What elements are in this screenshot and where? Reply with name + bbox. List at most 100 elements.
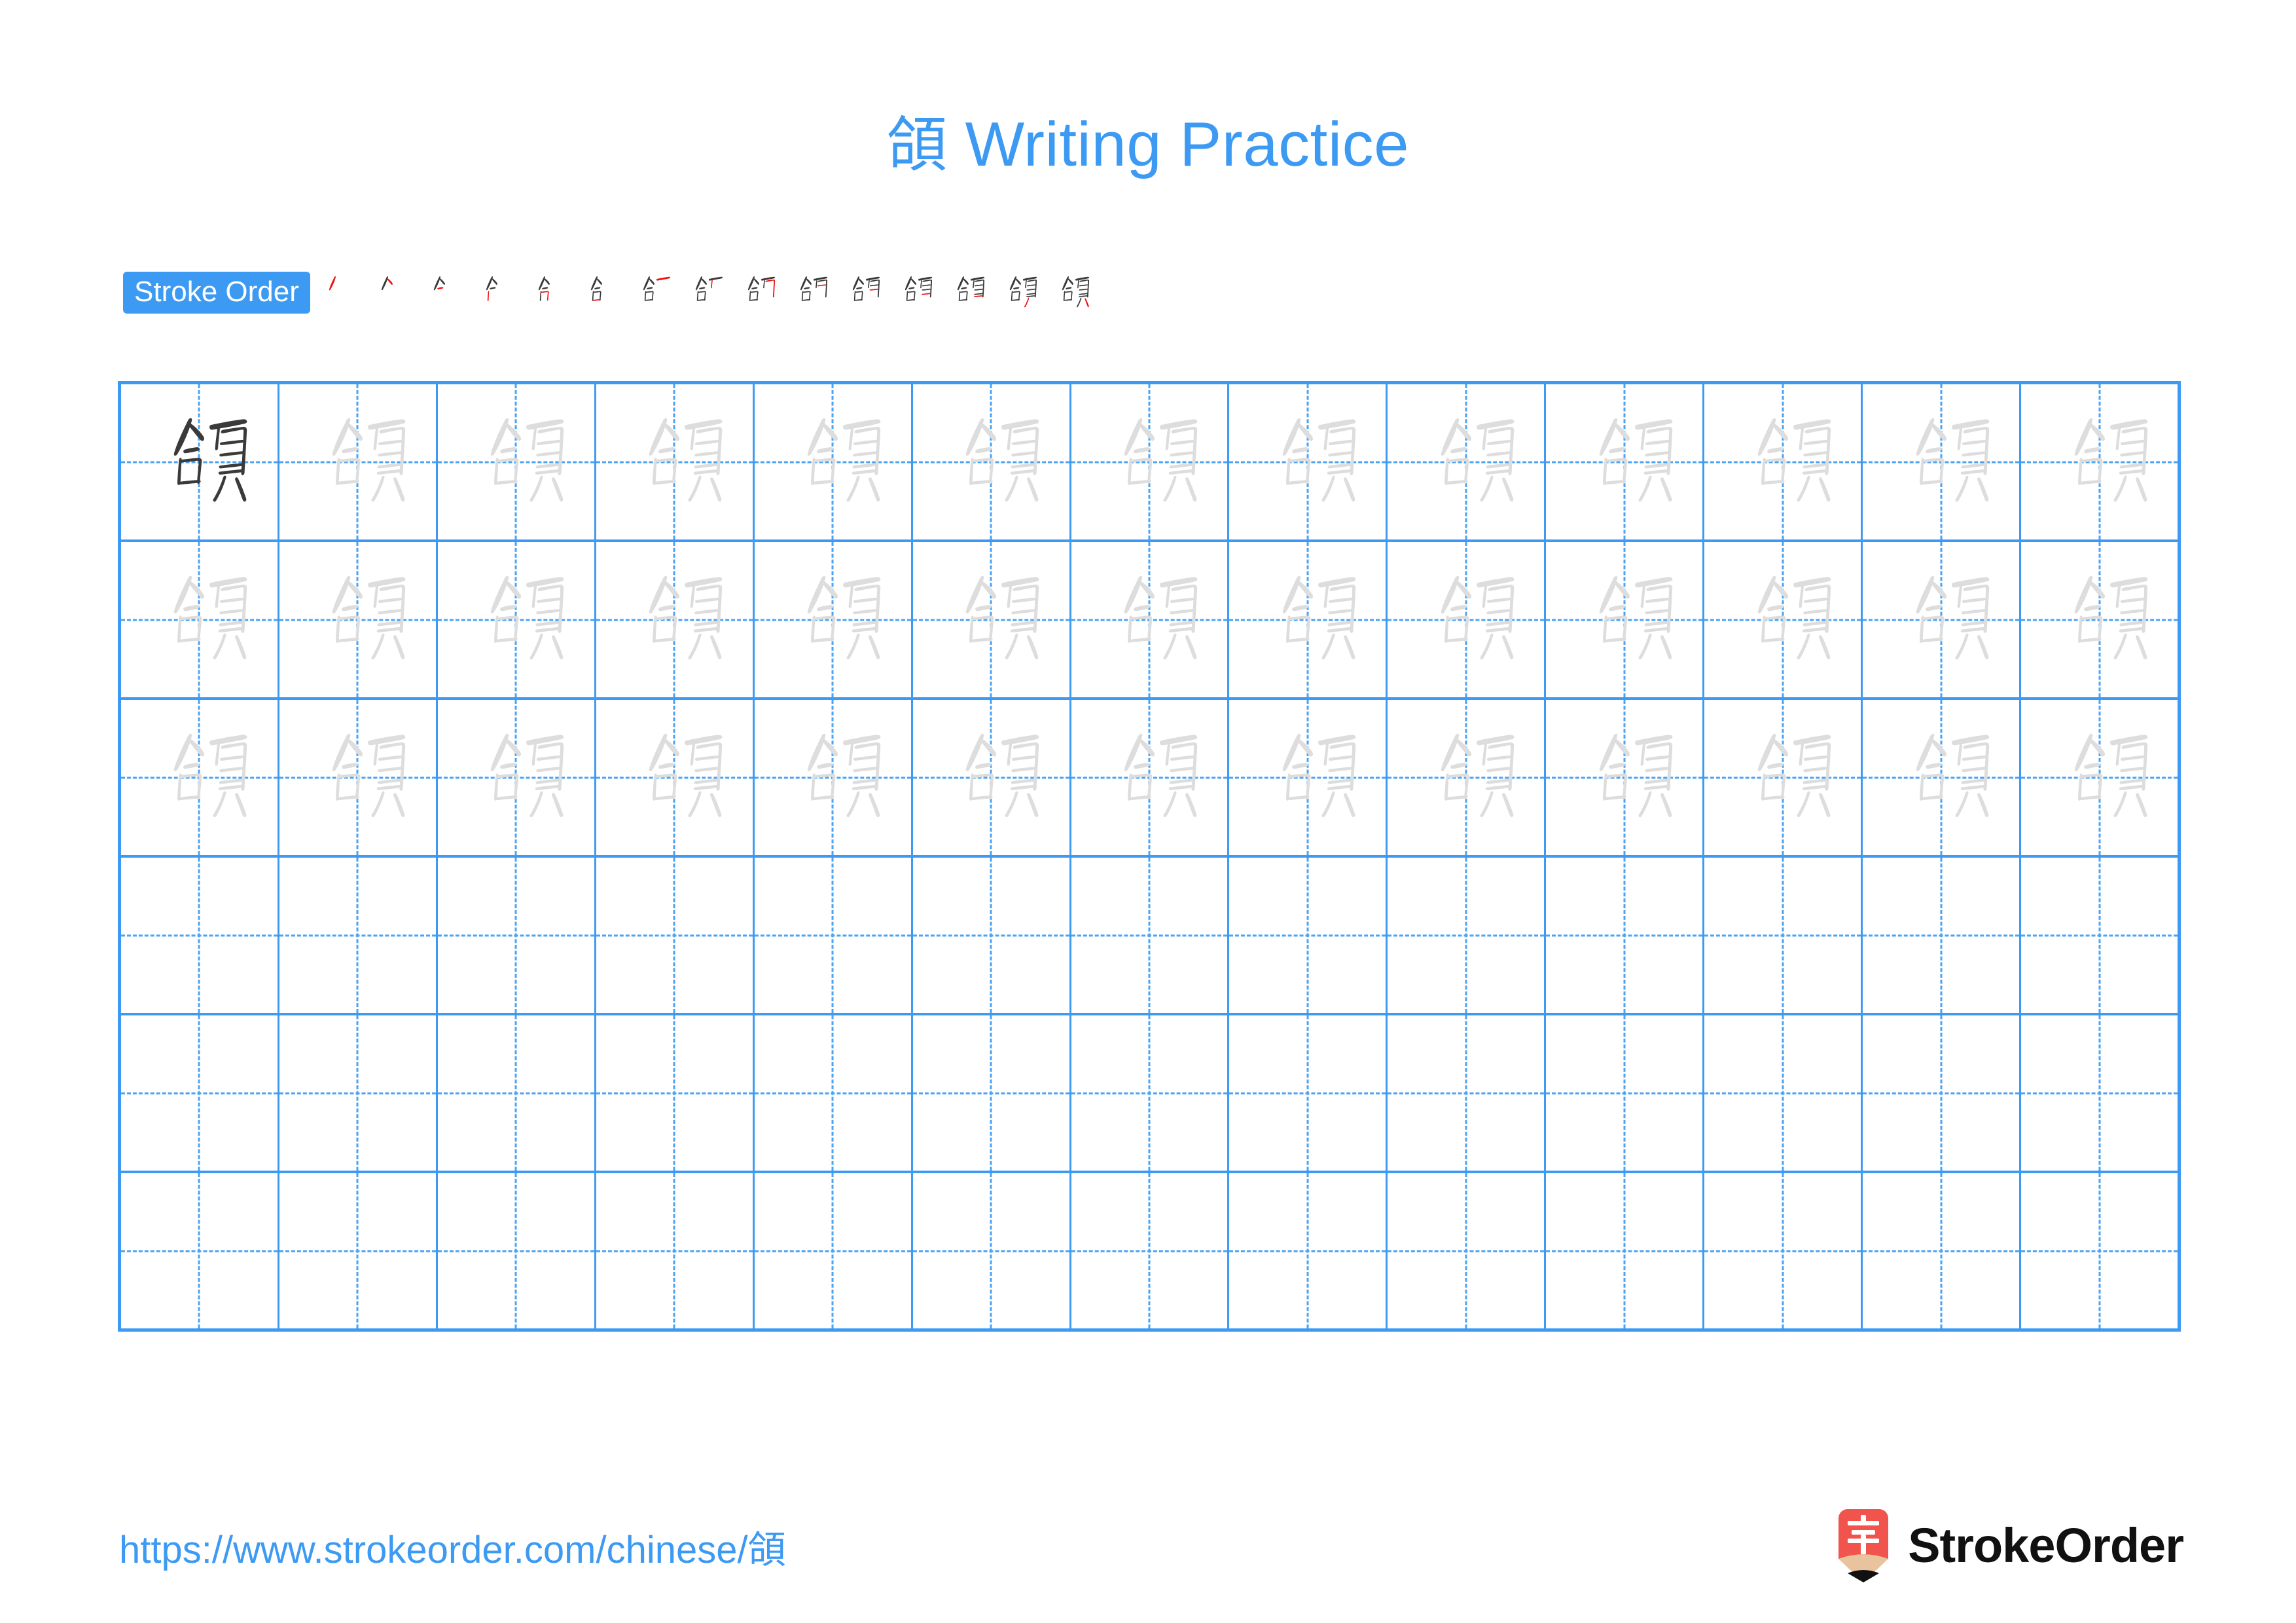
trace-character-glyph [2021,542,2178,697]
stroke-order-step-9 [733,250,781,335]
practice-cell-trace[interactable] [279,542,438,697]
practice-cell-blank[interactable] [279,858,438,1013]
practice-cell-blank[interactable] [121,1015,279,1171]
practice-cell-blank[interactable] [1546,1173,1705,1328]
practice-cell-trace[interactable] [913,384,1071,539]
practice-cell-trace[interactable] [438,700,596,855]
practice-grid[interactable] [118,381,2181,1332]
practice-cell-trace[interactable] [1229,384,1388,539]
stroke-order-step-14 [995,250,1043,335]
practice-cell-trace[interactable] [2021,700,2178,855]
practice-cell-trace[interactable] [1863,384,2022,539]
practice-cell-trace[interactable] [1388,542,1547,697]
practice-cell-trace[interactable] [1071,700,1230,855]
practice-cell-blank[interactable] [1229,858,1388,1013]
practice-cell-blank[interactable] [1546,1015,1705,1171]
practice-cell-blank[interactable] [2021,858,2178,1013]
practice-cell-blank[interactable] [755,1015,913,1171]
trace-character-glyph [596,384,753,539]
source-url-link[interactable]: https://www.strokeorder.com/chinese/頜 [119,1519,786,1574]
practice-cell-blank[interactable] [1229,1173,1388,1328]
brand-footer: StrokeOrder [1833,1509,2184,1582]
practice-cell-trace[interactable] [1388,700,1547,855]
practice-cell-trace[interactable] [755,384,913,539]
practice-cell-blank[interactable] [438,1173,596,1328]
practice-cell-trace[interactable] [2021,384,2178,539]
practice-cell-model[interactable] [121,384,279,539]
trace-character-glyph [1546,700,1702,855]
practice-cell-blank[interactable] [1388,1173,1547,1328]
trace-character-glyph [1388,700,1544,855]
practice-cell-trace[interactable] [121,542,279,697]
practice-cell-blank[interactable] [438,858,596,1013]
practice-cell-trace[interactable] [1704,700,1863,855]
practice-cell-blank[interactable] [1704,858,1863,1013]
practice-cell-blank[interactable] [2021,1173,2178,1328]
practice-cell-trace[interactable] [1863,542,2022,697]
practice-cell-trace[interactable] [1229,700,1388,855]
practice-cell-trace[interactable] [438,542,596,697]
practice-cell-blank[interactable] [1388,1015,1547,1171]
practice-cell-blank[interactable] [596,1173,755,1328]
practice-cell-blank[interactable] [438,1015,596,1171]
practice-cell-trace[interactable] [596,700,755,855]
practice-cell-trace[interactable] [1388,384,1547,539]
practice-cell-trace[interactable] [1863,700,2022,855]
practice-cell-blank[interactable] [596,858,755,1013]
practice-cell-trace[interactable] [2021,542,2178,697]
practice-cell-blank[interactable] [1388,858,1547,1013]
stroke-order-step-2 [367,250,415,335]
practice-cell-blank[interactable] [755,1173,913,1328]
practice-cell-blank[interactable] [1071,858,1230,1013]
practice-cell-trace[interactable] [755,542,913,697]
stroke-order-badge: Stroke Order [123,272,310,314]
practice-cell-trace[interactable] [913,542,1071,697]
trace-character-glyph [1071,700,1228,855]
practice-cell-blank[interactable] [279,1173,438,1328]
practice-cell-trace[interactable] [438,384,596,539]
trace-character-glyph [1863,384,2019,539]
practice-cell-blank[interactable] [1071,1173,1230,1328]
practice-cell-trace[interactable] [1704,542,1863,697]
trace-character-glyph [438,542,594,697]
practice-cell-trace[interactable] [1229,542,1388,697]
practice-cell-trace[interactable] [913,700,1071,855]
practice-cell-trace[interactable] [596,542,755,697]
practice-cell-trace[interactable] [1071,542,1230,697]
practice-cell-trace[interactable] [1546,384,1705,539]
practice-cell-blank[interactable] [1546,858,1705,1013]
practice-cell-blank[interactable] [1863,858,2022,1013]
practice-cell-blank[interactable] [121,858,279,1013]
practice-cell-trace[interactable] [1546,700,1705,855]
practice-cell-blank[interactable] [755,858,913,1013]
trace-character-glyph [913,542,1069,697]
practice-cell-trace[interactable] [1704,384,1863,539]
trace-character-glyph [1704,542,1861,697]
practice-cell-blank[interactable] [1863,1173,2022,1328]
practice-cell-blank[interactable] [913,1015,1071,1171]
stroke-order-step-13 [942,250,991,335]
practice-cell-blank[interactable] [1704,1173,1863,1328]
practice-grid-row [121,1173,2178,1328]
practice-cell-blank[interactable] [2021,1015,2178,1171]
trace-character-glyph [1071,384,1228,539]
practice-cell-blank[interactable] [279,1015,438,1171]
practice-cell-trace[interactable] [596,384,755,539]
practice-cell-blank[interactable] [1229,1015,1388,1171]
practice-cell-trace[interactable] [279,700,438,855]
practice-cell-blank[interactable] [1863,1015,2022,1171]
practice-cell-trace[interactable] [121,700,279,855]
stroke-order-step-10 [785,250,834,335]
practice-cell-blank[interactable] [1071,1015,1230,1171]
practice-cell-blank[interactable] [913,1173,1071,1328]
trace-character-glyph [1863,700,2019,855]
practice-cell-trace[interactable] [1071,384,1230,539]
practice-cell-blank[interactable] [596,1015,755,1171]
practice-cell-trace[interactable] [279,384,438,539]
practice-cell-blank[interactable] [121,1173,279,1328]
practice-cell-trace[interactable] [755,700,913,855]
practice-cell-blank[interactable] [913,858,1071,1013]
practice-cell-trace[interactable] [1546,542,1705,697]
trace-character-glyph [755,700,911,855]
practice-cell-blank[interactable] [1704,1015,1863,1171]
